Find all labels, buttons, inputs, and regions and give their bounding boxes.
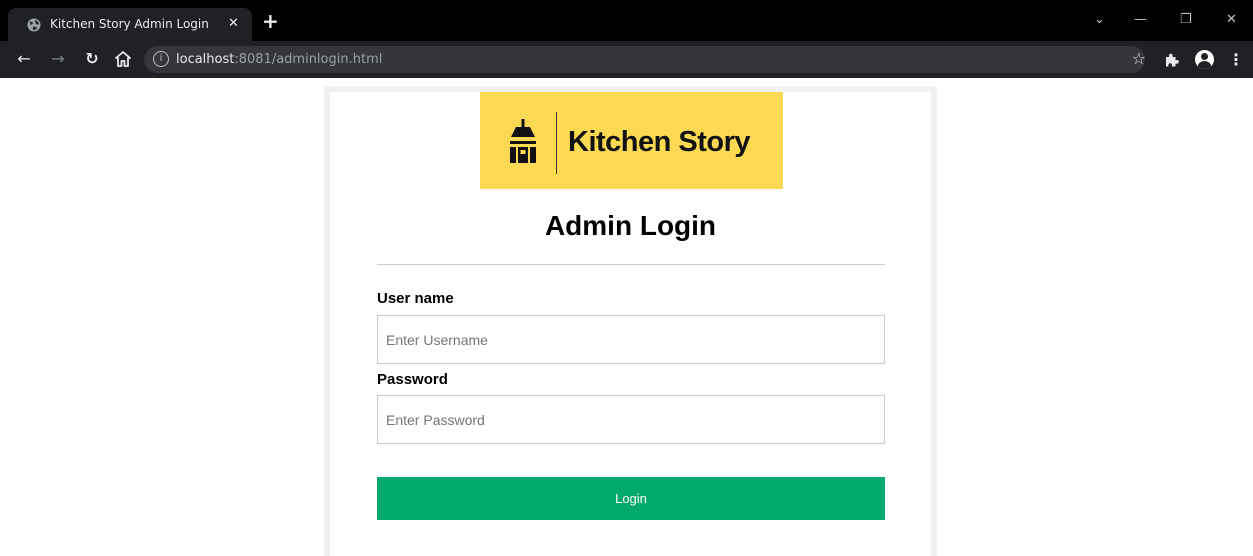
tab-title: Kitchen Story Admin Login <box>50 17 209 31</box>
close-window-icon[interactable]: ✕ <box>1226 12 1237 28</box>
username-input[interactable] <box>377 315 885 364</box>
logo-divider <box>556 112 557 174</box>
home-icon[interactable] <box>114 50 132 68</box>
restore-icon[interactable]: ❐ <box>1180 12 1192 28</box>
page-title: Admin Login <box>544 210 717 241</box>
kebab-menu-icon[interactable]: ⋮ <box>1228 50 1244 70</box>
url-path: :8081/adminlogin.html <box>234 52 383 67</box>
browser-tab[interactable]: Kitchen Story Admin Login ✕ <box>8 8 252 41</box>
tab-close-icon[interactable]: ✕ <box>228 16 239 32</box>
star-icon[interactable]: ☆ <box>1132 49 1146 68</box>
page-viewport: Kitchen Story Admin Login User name Pass… <box>0 78 1253 556</box>
tab-search-icon[interactable]: ⌄ <box>1094 12 1105 28</box>
password-input[interactable] <box>377 395 885 444</box>
browser-titlebar: Kitchen Story Admin Login ✕ + ⌄ — ❐ ✕ <box>0 0 1253 41</box>
browser-toolbar: ← → ↻ i localhost:8081/adminlogin.html ☆… <box>0 41 1253 78</box>
login-card: Kitchen Story Admin Login User name Pass… <box>324 86 937 556</box>
url-text: localhost:8081/adminlogin.html <box>176 52 382 67</box>
reload-icon[interactable]: ↻ <box>82 49 102 69</box>
avatar-icon[interactable] <box>1195 50 1214 69</box>
kitchen-hood-icon <box>510 119 536 163</box>
password-label: Password <box>377 371 448 388</box>
minimize-icon[interactable]: — <box>1134 12 1147 28</box>
brand-name: Kitchen Story <box>568 126 751 158</box>
forward-arrow-icon[interactable]: → <box>48 49 68 69</box>
username-label: User name <box>377 290 454 307</box>
puzzle-icon[interactable] <box>1164 52 1180 68</box>
globe-icon <box>27 18 41 32</box>
back-arrow-icon[interactable]: ← <box>14 49 34 69</box>
kitchen-story-logo: Kitchen Story <box>480 92 783 189</box>
new-tab-button[interactable]: + <box>262 11 279 31</box>
site-info-icon[interactable]: i <box>153 51 169 67</box>
url-host: localhost <box>176 52 235 67</box>
login-button[interactable]: Login <box>377 477 885 520</box>
address-bar[interactable]: i localhost:8081/adminlogin.html ☆ <box>144 46 1146 73</box>
divider <box>377 264 885 265</box>
